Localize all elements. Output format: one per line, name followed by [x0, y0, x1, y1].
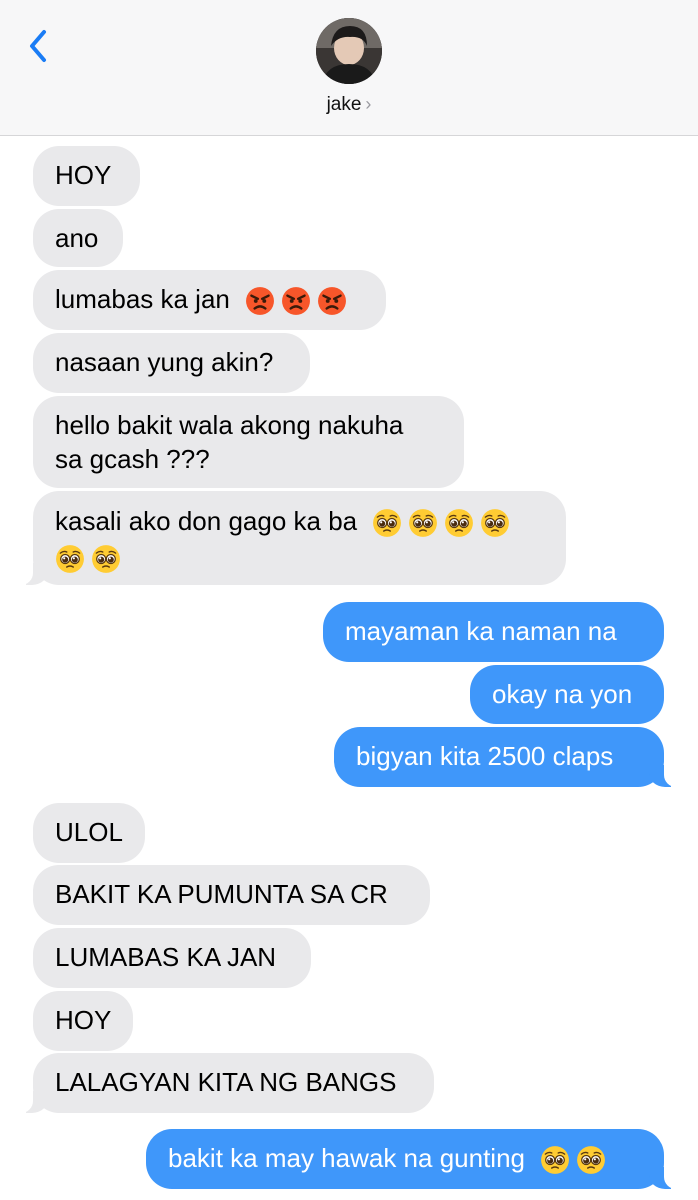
pleading-face-icon: [576, 1145, 606, 1175]
pleading-face-icon: [540, 1145, 570, 1175]
pleading-face-icon: [444, 508, 475, 538]
message-text-line1: hello bakit wala akong nakuha: [55, 410, 404, 440]
message-text: lumabas ka jan: [55, 284, 230, 314]
message-bubble-incoming[interactable]: kasali ako don gago ka ba: [7, 491, 566, 585]
angry-face-icon: [281, 286, 312, 317]
message-bubble-outgoing[interactable]: bigyan kita 2500 claps: [334, 727, 690, 787]
message-bubble-incoming[interactable]: ano: [33, 209, 123, 267]
pleading-face-icon: [408, 508, 439, 538]
message-bubble-outgoing[interactable]: mayaman ka naman na: [323, 602, 664, 662]
message-bubble-incoming[interactable]: ULOL: [33, 803, 145, 863]
message-bubble-incoming[interactable]: BAKIT KA PUMUNTA SA CR: [33, 865, 430, 925]
message-text: bakit ka may hawak na gunting: [168, 1143, 525, 1173]
message-bubble-incoming[interactable]: HOY: [33, 991, 133, 1051]
message-text: HOY: [55, 1005, 112, 1035]
angry-face-icon: [317, 286, 348, 317]
message-text: mayaman ka naman na: [345, 616, 617, 646]
pleading-face-icon: [480, 508, 511, 538]
message-bubble-incoming[interactable]: hello bakit wala akong nakuha sa gcash ?…: [33, 396, 464, 488]
pleading-face-icon: [55, 544, 85, 574]
message-text: ano: [55, 223, 99, 253]
message-bubble-incoming[interactable]: LUMABAS KA JAN: [33, 928, 311, 988]
message-bubble-outgoing[interactable]: okay na yon: [470, 665, 664, 724]
message-bubble-incoming[interactable]: HOY: [33, 146, 140, 206]
message-text: LUMABAS KA JAN: [55, 942, 277, 972]
pleading-face-icon: [372, 508, 403, 538]
message-bubble-incoming[interactable]: LALAGYAN KITA NG BANGS: [7, 1053, 434, 1113]
message-text: HOY: [55, 160, 112, 190]
message-text-line2: sa gcash ???: [55, 444, 210, 474]
pleading-face-icon: [91, 544, 121, 574]
message-text: kasali ako don gago ka ba: [55, 506, 358, 536]
message-text: okay na yon: [492, 679, 633, 709]
message-text: LALAGYAN KITA NG BANGS: [55, 1067, 397, 1097]
message-bubble-outgoing[interactable]: bakit ka may hawak na gunting: [146, 1129, 690, 1189]
message-thread: HOY ano lumabas ka jan nasaan yung akin?…: [0, 0, 698, 1200]
message-bubble-incoming[interactable]: nasaan yung akin?: [33, 333, 310, 393]
message-text: bigyan kita 2500 claps: [356, 741, 614, 771]
message-text: ULOL: [55, 817, 123, 847]
message-text: nasaan yung akin?: [55, 347, 274, 377]
message-text: BAKIT KA PUMUNTA SA CR: [55, 879, 388, 909]
message-bubble-incoming[interactable]: lumabas ka jan: [33, 270, 386, 330]
angry-face-icon: [245, 286, 276, 317]
